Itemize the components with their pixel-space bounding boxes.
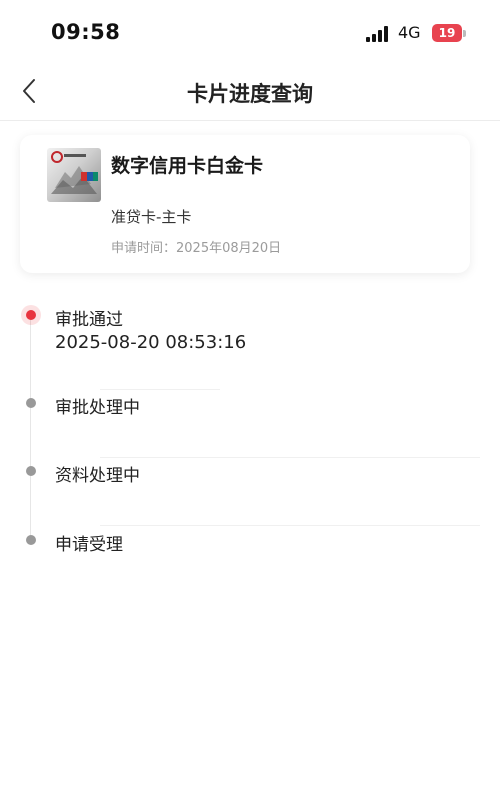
divider <box>100 457 480 458</box>
status-time: 09:58 <box>51 20 121 44</box>
timeline-line <box>30 318 31 542</box>
divider <box>100 389 220 390</box>
credit-card-image <box>47 148 101 202</box>
step-label: 审批处理中 <box>55 398 140 418</box>
step-dot <box>26 535 36 545</box>
step-dot <box>26 466 36 476</box>
step-time: 2025-08-20 08:53:16 <box>55 332 247 353</box>
step-label: 资料处理中 <box>55 466 140 486</box>
battery-icon: 19 <box>432 24 462 42</box>
signal-icon <box>366 26 390 42</box>
battery-tip <box>463 30 466 37</box>
divider <box>100 525 480 526</box>
nav-bar: 卡片进度查询 <box>0 64 500 121</box>
network-type: 4G <box>398 23 421 42</box>
step-dot-active <box>26 310 36 320</box>
card-name: 数字信用卡白金卡 <box>111 155 264 177</box>
step-dot <box>26 398 36 408</box>
card-summary[interactable]: 数字信用卡白金卡 准贷卡-主卡 申请时间：2025年08月20日 <box>20 135 470 273</box>
battery-level: 19 <box>438 26 456 40</box>
step-label: 审批通过 <box>55 310 123 330</box>
status-bar: 09:58 4G 19 <box>0 0 500 64</box>
step-label: 申请受理 <box>55 535 123 555</box>
card-type: 准贷卡-主卡 <box>111 208 192 226</box>
page-title: 卡片进度查询 <box>187 82 313 106</box>
apply-time: 申请时间：2025年08月20日 <box>111 241 282 256</box>
